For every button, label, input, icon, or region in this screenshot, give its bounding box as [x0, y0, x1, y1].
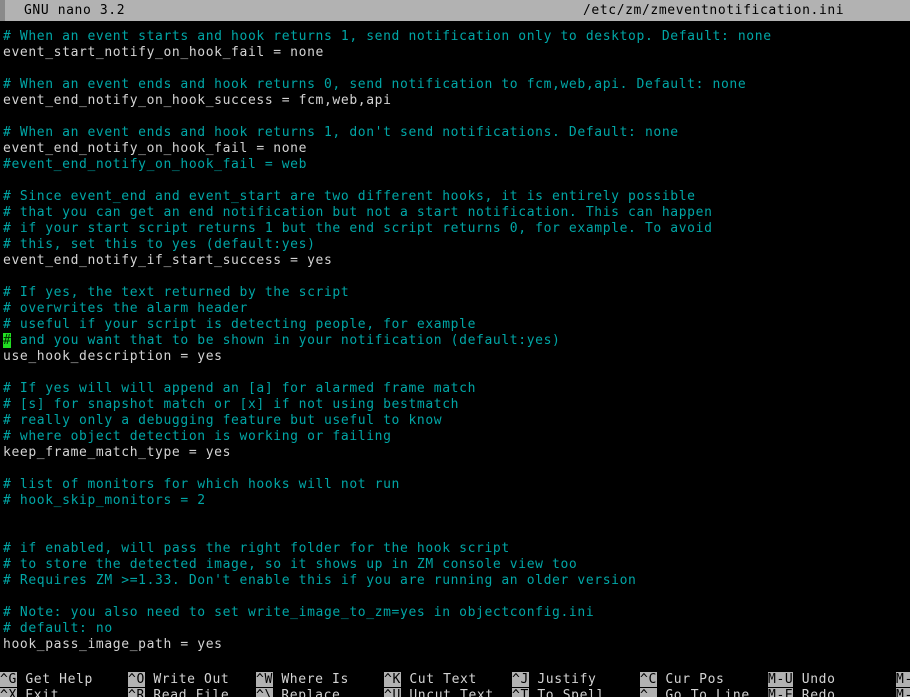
shortcut-item[interactable]: M-: [896, 672, 910, 688]
shortcut-label: Uncut Text: [400, 688, 494, 697]
shortcut-key: ^J: [512, 672, 529, 687]
editor-text-area[interactable]: # When an event starts and hook returns …: [0, 29, 910, 669]
shortcut-key: ^T: [512, 688, 529, 697]
editor-line[interactable]: # When an event ends and hook returns 0,…: [0, 77, 910, 93]
editor-line[interactable]: event_end_notify_on_hook_success = fcm,w…: [0, 93, 910, 109]
shortcut-key: ^C: [640, 672, 657, 687]
shortcut-item[interactable]: ^U Uncut Text: [384, 688, 494, 697]
shortcut-key: ^R: [128, 688, 145, 697]
shortcut-label: Redo: [793, 688, 836, 697]
editor-line[interactable]: # list of monitors for which hooks will …: [0, 477, 910, 493]
shortcut-row-secondary: ^X Exit ^R Read File ^\ Replace ^U Uncut Te…: [0, 688, 910, 697]
shortcut-key: M-U: [768, 672, 794, 687]
shortcut-label: Undo: [793, 672, 836, 687]
editor-line[interactable]: # Requires ZM >=1.33. Don't enable this …: [0, 573, 910, 589]
shortcut-item[interactable]: ^T To Spell: [512, 688, 605, 697]
editor-line[interactable]: [0, 109, 910, 125]
nano-terminal-window: GNU nano 3.2 /etc/zm/zmeventnotification…: [0, 0, 910, 697]
shortcut-label: To Spell: [528, 688, 605, 697]
editor-line[interactable]: [0, 461, 910, 477]
editor-line[interactable]: [0, 173, 910, 189]
shortcut-key: M-: [896, 688, 910, 697]
editor-line[interactable]: # If yes, the text returned by the scrip…: [0, 285, 910, 301]
editor-line[interactable]: # useful if your script is detecting peo…: [0, 317, 910, 333]
app-name: GNU nano 3.2: [24, 3, 126, 18]
shortcut-row-primary: ^G Get Help ^O Write Out ^W Where Is ^K Cut…: [0, 672, 910, 688]
editor-line[interactable]: [0, 525, 910, 541]
editor-line[interactable]: [0, 269, 910, 285]
shortcut-item[interactable]: ^R Read File: [128, 688, 229, 697]
editor-line[interactable]: hook_pass_image_path = yes: [0, 637, 910, 653]
editor-line[interactable]: # When an event ends and hook returns 1,…: [0, 125, 910, 141]
shortcut-item[interactable]: ^K Cut Text: [384, 672, 477, 688]
shortcut-key: ^\: [256, 688, 273, 697]
editor-line[interactable]: # default: no: [0, 621, 910, 637]
editor-line[interactable]: event_end_notify_if_start_success = yes: [0, 253, 910, 269]
text-cursor: #: [3, 333, 12, 348]
editor-line[interactable]: # really only a debugging feature but us…: [0, 413, 910, 429]
editor-line[interactable]: # and you want that to be shown in your …: [0, 333, 910, 349]
editor-line[interactable]: # hook_skip_monitors = 2: [0, 493, 910, 509]
editor-line[interactable]: # if your start script returns 1 but the…: [0, 221, 910, 237]
shortcut-item[interactable]: ^X Exit: [0, 688, 59, 697]
editor-line[interactable]: # Since event_end and event_start are tw…: [0, 189, 910, 205]
editor-line[interactable]: [0, 509, 910, 525]
shortcut-label: Cut Text: [400, 672, 477, 687]
shortcut-item[interactable]: ^C Cur Pos: [640, 672, 724, 688]
file-path: /etc/zm/zmeventnotification.ini: [583, 3, 845, 18]
shortcut-item[interactable]: M-: [896, 688, 910, 697]
editor-line[interactable]: # When an event starts and hook returns …: [0, 29, 910, 45]
shortcut-key: ^X: [0, 688, 17, 697]
shortcut-item[interactable]: ^\ Replace: [256, 688, 340, 697]
editor-line[interactable]: # that you can get an end notification b…: [0, 205, 910, 221]
editor-line[interactable]: [0, 589, 910, 605]
shortcut-item[interactable]: ^O Write Out: [128, 672, 229, 688]
shortcut-item[interactable]: M-U Undo: [768, 672, 836, 688]
editor-line[interactable]: #event_end_notify_on_hook_fail = web: [0, 157, 910, 173]
editor-line[interactable]: use_hook_description = yes: [0, 349, 910, 365]
editor-line[interactable]: # Note: you also need to set write_image…: [0, 605, 910, 621]
title-bar-left-edge: [0, 0, 5, 21]
editor-line[interactable]: [0, 365, 910, 381]
shortcut-label: Go To Line: [656, 688, 750, 697]
shortcut-key: ^G: [0, 672, 17, 687]
shortcut-label: Read File: [144, 688, 230, 697]
editor-line[interactable]: # If yes will will append an [a] for ala…: [0, 381, 910, 397]
shortcut-key: ^U: [384, 688, 401, 697]
shortcut-label: Exit: [16, 688, 60, 697]
shortcut-key: M-E: [768, 688, 794, 697]
shortcut-key: ^O: [128, 672, 145, 687]
shortcut-item[interactable]: M-E Redo: [768, 688, 836, 697]
shortcut-item[interactable]: ^_ Go To Line: [640, 688, 750, 697]
editor-line[interactable]: keep_frame_match_type = yes: [0, 445, 910, 461]
editor-line[interactable]: # overwrites the alarm header: [0, 301, 910, 317]
shortcut-label: Where Is: [272, 672, 349, 687]
shortcut-label: Write Out: [144, 672, 230, 687]
shortcut-item[interactable]: ^G Get Help: [0, 672, 93, 688]
shortcut-label: Get Help: [16, 672, 93, 687]
shortcut-key: ^_: [640, 688, 657, 697]
shortcut-key: M-: [896, 672, 910, 687]
editor-line[interactable]: # where object detection is working or f…: [0, 429, 910, 445]
editor-line[interactable]: event_end_notify_on_hook_fail = none: [0, 141, 910, 157]
editor-line[interactable]: # if enabled, will pass the right folder…: [0, 541, 910, 557]
shortcut-key-bar: ^G Get Help ^O Write Out ^W Where Is ^K Cut…: [0, 672, 910, 697]
shortcut-label: Cur Pos: [656, 672, 725, 687]
editor-line[interactable]: # to store the detected image, so it sho…: [0, 557, 910, 573]
editor-line[interactable]: [0, 61, 910, 77]
title-bar: GNU nano 3.2 /etc/zm/zmeventnotification…: [0, 0, 910, 21]
shortcut-key: ^K: [384, 672, 401, 687]
shortcut-label: Justify: [528, 672, 597, 687]
shortcut-label: Replace: [272, 688, 341, 697]
shortcut-key: ^W: [256, 672, 273, 687]
editor-line[interactable]: event_start_notify_on_hook_fail = none: [0, 45, 910, 61]
shortcut-item[interactable]: ^J Justify: [512, 672, 596, 688]
editor-line[interactable]: # [s] for snapshot match or [x] if not u…: [0, 397, 910, 413]
editor-line[interactable]: # this, set this to yes (default:yes): [0, 237, 910, 253]
shortcut-item[interactable]: ^W Where Is: [256, 672, 349, 688]
